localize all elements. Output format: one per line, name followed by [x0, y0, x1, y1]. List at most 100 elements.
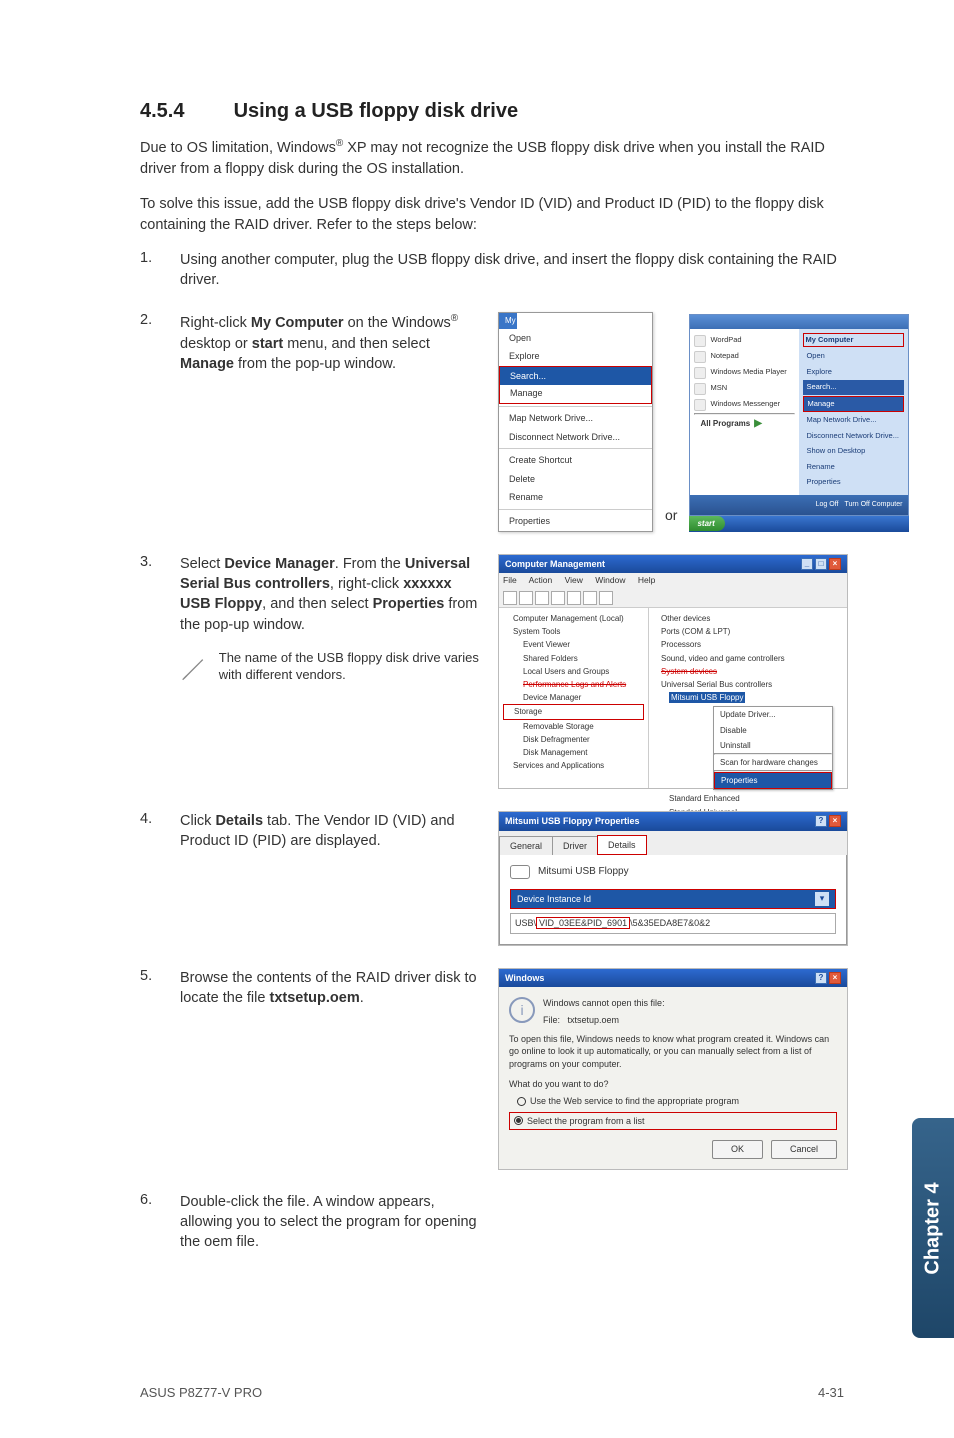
radio-icon	[514, 1116, 523, 1125]
start-my-computer[interactable]: My Computer	[803, 333, 904, 348]
close-icon[interactable]: ×	[829, 558, 841, 570]
dev-item[interactable]: Standard Enhanced	[653, 792, 843, 805]
dev-mitsumi-floppy[interactable]: Mitsumi USB Floppy	[653, 691, 843, 704]
or-label: or	[661, 506, 681, 532]
start-rc-open[interactable]: Open	[803, 349, 904, 364]
toolbar-icon[interactable]	[567, 591, 581, 605]
tree-event-viewer[interactable]: Event Viewer	[503, 638, 644, 651]
cancel-button[interactable]: Cancel	[771, 1140, 837, 1159]
tree-local-users[interactable]: Local Users and Groups	[503, 665, 644, 678]
start-rc-manage[interactable]: Manage	[803, 396, 904, 413]
start-rc-rename[interactable]: Rename	[803, 460, 904, 475]
minimize-icon[interactable]: _	[801, 558, 813, 570]
tabs: General Driver Details	[499, 831, 847, 856]
dev-menu-uninstall[interactable]: Uninstall	[714, 738, 832, 753]
toolbar-icon[interactable]	[535, 591, 549, 605]
toolbar-icon[interactable]	[599, 591, 613, 605]
dev-sound[interactable]: Sound, video and game controllers	[653, 652, 843, 665]
device-instance-combo[interactable]: Device Instance Id ▾	[510, 889, 836, 909]
dev-menu-disable[interactable]: Disable	[714, 723, 832, 738]
start-button[interactable]: start	[689, 516, 724, 531]
menu-search[interactable]: Search...	[500, 367, 651, 386]
close-icon[interactable]: ×	[829, 972, 841, 984]
menu-explore[interactable]: Explore	[499, 347, 652, 366]
menu-delete[interactable]: Delete	[499, 470, 652, 489]
tree-storage-redbox[interactable]: Storage	[503, 704, 644, 719]
step-3-text: Select Device Manager. From the Universa…	[180, 554, 480, 635]
dev-menu-properties[interactable]: Properties	[714, 772, 832, 789]
menu-open[interactable]: Open	[499, 329, 652, 348]
tab-driver[interactable]: Driver	[552, 836, 598, 856]
radio-web-service[interactable]: Use the Web service to find the appropri…	[517, 1095, 837, 1108]
start-item-msn[interactable]: MSN	[694, 381, 795, 397]
device-list-pane: Other devices Ports (COM & LPT) Processo…	[649, 608, 847, 788]
tree-shared-folders[interactable]: Shared Folders	[503, 652, 644, 665]
start-item-messenger[interactable]: Windows Messenger	[694, 397, 795, 413]
menu-help[interactable]: Help	[638, 575, 655, 585]
ow-file-name: txtsetup.oem	[568, 1015, 620, 1025]
toolbar-icon[interactable]	[583, 591, 597, 605]
dev-menu-scan[interactable]: Scan for hardware changes	[714, 755, 832, 770]
ow-whatdo: What do you want to do?	[509, 1078, 837, 1091]
menu-view[interactable]: View	[565, 575, 583, 585]
start-rc-explore[interactable]: Explore	[803, 365, 904, 380]
tab-details[interactable]: Details	[597, 835, 647, 856]
step-2: 2. Right-click My Computer on the Window…	[140, 312, 844, 531]
tree-root[interactable]: Computer Management (Local)	[503, 612, 644, 625]
start-item-wmp[interactable]: Windows Media Player	[694, 365, 795, 381]
tree-system-tools[interactable]: System Tools	[503, 625, 644, 638]
help-icon[interactable]: ?	[815, 815, 827, 827]
ok-button[interactable]: OK	[712, 1140, 763, 1159]
close-icon[interactable]: ×	[829, 815, 841, 827]
chapter-spine: Chapter 4	[912, 1118, 954, 1338]
tree-disk-mgmt[interactable]: Disk Management	[503, 746, 644, 759]
start-logoff[interactable]: Log Off	[816, 500, 839, 510]
toolbar-icon[interactable]	[551, 591, 565, 605]
dev-other[interactable]: Other devices	[653, 612, 843, 625]
dev-ports[interactable]: Ports (COM & LPT)	[653, 625, 843, 638]
step-3: 3. Select Device Manager. From the Unive…	[140, 554, 844, 789]
start-rc-search[interactable]: Search...	[803, 380, 904, 395]
tree-device-manager[interactable]: Device Manager	[503, 691, 644, 704]
menu-action[interactable]: Action	[529, 575, 553, 585]
toolbar-icon[interactable]	[503, 591, 517, 605]
dev-menu-update[interactable]: Update Driver...	[714, 707, 832, 722]
tab-general[interactable]: General	[499, 836, 553, 856]
radio-select-from-list[interactable]: Select the program from a list	[509, 1112, 837, 1131]
toolbar-icon[interactable]	[519, 591, 533, 605]
step-4: 4. Click Details tab. The Vendor ID (VID…	[140, 811, 844, 946]
intro-paragraph-2: To solve this issue, add the USB floppy …	[140, 194, 844, 236]
maximize-icon[interactable]: □	[815, 558, 827, 570]
dev-processors[interactable]: Processors	[653, 638, 843, 651]
section-title: Using a USB floppy disk drive	[234, 100, 519, 122]
start-all-programs[interactable]: All Programs▶	[694, 415, 795, 433]
menu-manage[interactable]: Manage	[510, 387, 641, 400]
start-rc-showondesktop[interactable]: Show on Desktop	[803, 444, 904, 459]
device-instance-value: USB\VID_03EE&PID_6901\5&35EDA8E7&0&2	[510, 913, 836, 934]
dev-system-devices[interactable]: System devices	[653, 665, 843, 678]
ow-title: Windows	[505, 972, 544, 985]
menu-create-shortcut[interactable]: Create Shortcut	[499, 451, 652, 470]
start-rc-disconnect[interactable]: Disconnect Network Drive...	[803, 429, 904, 444]
open-with-dialog: Windows ? × i Windows cannot open this f…	[498, 968, 848, 1170]
start-rc-map[interactable]: Map Network Drive...	[803, 413, 904, 428]
menu-window[interactable]: Window	[595, 575, 625, 585]
start-rc-properties[interactable]: Properties	[803, 475, 904, 490]
dev-usb-controllers[interactable]: Universal Serial Bus controllers	[653, 678, 843, 691]
menu-disconnect-drive[interactable]: Disconnect Network Drive...	[499, 428, 652, 447]
ow-paragraph: To open this file, Windows needs to know…	[509, 1033, 837, 1071]
menu-properties[interactable]: Properties	[499, 512, 652, 531]
menu-file[interactable]: File	[503, 575, 517, 585]
pencil-icon	[180, 649, 207, 689]
tree-removable-storage[interactable]: Removable Storage	[503, 720, 644, 733]
menu-map-drive[interactable]: Map Network Drive...	[499, 409, 652, 428]
tree-services-apps[interactable]: Services and Applications	[503, 759, 644, 772]
help-icon[interactable]: ?	[815, 972, 827, 984]
tree-disk-defrag[interactable]: Disk Defragmenter	[503, 733, 644, 746]
start-turnoff[interactable]: Turn Off Computer	[844, 500, 902, 510]
start-item-wordpad[interactable]: WordPad	[694, 333, 795, 349]
tree-perf-logs[interactable]: Performance Logs and Alerts	[503, 678, 644, 691]
start-item-notepad[interactable]: Notepad	[694, 349, 795, 365]
footer-model: ASUS P8Z77-V PRO	[140, 1385, 262, 1400]
menu-rename[interactable]: Rename	[499, 488, 652, 507]
